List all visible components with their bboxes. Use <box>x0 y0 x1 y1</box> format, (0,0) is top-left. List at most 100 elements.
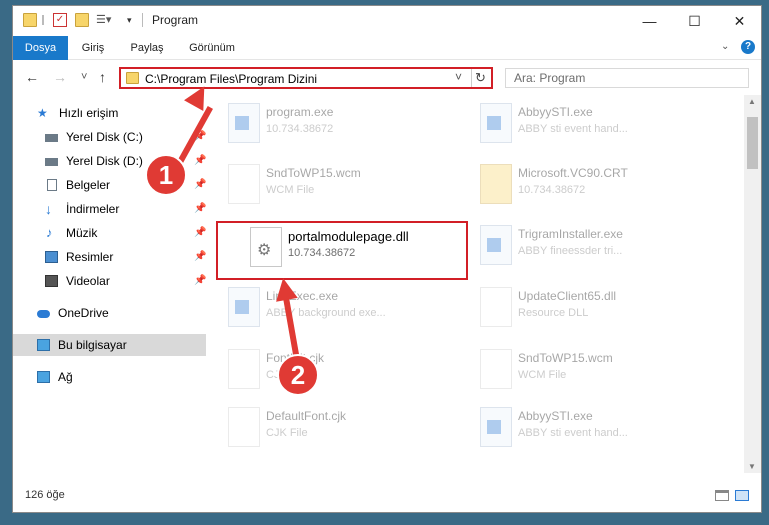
sidebar-item-drive-c[interactable]: Yerel Disk (C:) 📌 <box>13 126 206 148</box>
sidebar-item-network[interactable]: Ağ <box>13 366 206 388</box>
folder-icon <box>126 72 139 84</box>
file-item[interactable]: program.exe 10.734.38672 <box>216 97 461 149</box>
file-item[interactable]: TrigramInstaller.exe ABBY fineessder tri… <box>468 219 713 271</box>
file-icon <box>228 349 260 389</box>
file-details: Resource DLL <box>518 307 589 319</box>
cloud-icon <box>37 310 50 318</box>
file-name: SndToWP15.wcm <box>266 166 361 180</box>
drive-icon <box>45 134 58 142</box>
file-item[interactable]: DefaultFont.cjk CJK File <box>216 401 461 453</box>
step-badge-1: 1 <box>145 154 187 196</box>
file-highlight-box <box>216 221 468 280</box>
refresh-icon[interactable]: ↻ <box>475 70 486 86</box>
address-bar[interactable]: C:\Program Files\Program Dizini ˅ ↻ <box>119 67 493 89</box>
pin-icon[interactable]: 📌 <box>194 222 206 244</box>
vertical-scrollbar[interactable]: ▲ ▼ <box>744 95 761 473</box>
file-item[interactable]: LineExec.exe ABBY background exe... <box>216 281 461 333</box>
forward-button[interactable]: → <box>53 69 67 85</box>
file-item[interactable]: SndToWP15.wcm WCM File <box>216 158 461 210</box>
file-item[interactable]: FontInit.cjk CJK File <box>216 343 461 395</box>
sidebar-item-label: Ağ <box>58 370 73 384</box>
tab-home[interactable]: Giriş <box>75 36 111 60</box>
documents-icon <box>47 179 57 191</box>
file-details: ABBY sti event hand... <box>518 123 628 135</box>
address-dropdown-icon[interactable]: ˅ <box>455 70 462 84</box>
file-details: 10.734.38672 <box>266 123 334 135</box>
arrow-2-head <box>272 276 298 302</box>
file-details: ABBY sti event hand... <box>518 427 628 439</box>
ribbon: Dosya Giriş Paylaş Görünüm ⌄ ? <box>13 36 761 60</box>
pin-icon[interactable]: 📌 <box>194 270 206 292</box>
scroll-down-icon[interactable]: ▼ <box>748 462 756 471</box>
properties-icon[interactable]: ✓ <box>53 13 67 27</box>
maximize-button[interactable]: ☐ <box>672 6 717 36</box>
file-name: TrigramInstaller.exe <box>518 227 623 241</box>
status-bar: 126 öğe <box>13 484 761 512</box>
separator <box>42 15 44 25</box>
folder-icon <box>23 13 37 27</box>
recent-locations-button[interactable]: ˅ <box>81 71 87 83</box>
sidebar-item-videos[interactable]: Videolar 📌 <box>13 270 206 292</box>
sidebar-item-quick-access[interactable]: ★ Hızlı erişim <box>13 102 206 124</box>
file-name: DefaultFont.cjk <box>266 409 347 423</box>
file-item[interactable]: UpdateClient65.dll Resource DLL <box>468 281 713 333</box>
qa-dropdown-icon[interactable]: ▾ <box>127 15 141 29</box>
file-details: ABBY fineessder tri... <box>518 245 623 257</box>
sidebar-item-onedrive[interactable]: OneDrive <box>13 302 206 324</box>
navigation-bar: ← → ˅ ↑ C:\Program Files\Program Dizini … <box>13 61 761 95</box>
scrollbar-thumb[interactable] <box>747 117 758 169</box>
sidebar-item-label: Yerel Disk (D:) <box>66 154 143 168</box>
file-icon <box>228 164 260 204</box>
sidebar-item-label: OneDrive <box>58 306 109 320</box>
tab-share[interactable]: Paylaş <box>124 36 170 60</box>
scroll-up-icon[interactable]: ▲ <box>748 97 756 106</box>
up-button[interactable]: ↑ <box>99 69 106 85</box>
title-bar: ✓ ☰▾ ▾ Program — ☐ ✕ <box>13 6 761 36</box>
file-icon <box>228 407 260 447</box>
sidebar-item-pictures[interactable]: Resimler 📌 <box>13 246 206 268</box>
back-button[interactable]: ← <box>25 69 39 85</box>
tab-view[interactable]: Görünüm <box>183 36 241 60</box>
sidebar-item-label: Müzik <box>66 226 98 240</box>
pin-icon[interactable]: 📌 <box>194 246 206 268</box>
file-item[interactable]: AbbyySTI.exe ABBY sti event hand... <box>468 401 713 453</box>
sidebar-item-label: Hızlı erişim <box>59 106 119 120</box>
large-icons-view-icon[interactable] <box>735 490 749 501</box>
sidebar-item-music[interactable]: ♪ Müzik 📌 <box>13 222 206 244</box>
expand-ribbon-icon[interactable]: ⌄ <box>721 41 729 52</box>
address-path: C:\Program Files\Program Dizini <box>145 72 318 86</box>
window-title: Program <box>152 13 199 27</box>
music-icon: ♪ <box>46 225 53 240</box>
exe-icon <box>228 103 260 143</box>
file-item[interactable]: AbbyySTI.exe ABBY sti event hand... <box>468 97 713 149</box>
pin-icon[interactable]: 📌 <box>194 150 206 172</box>
customize-qa-icon[interactable]: ☰▾ <box>96 13 111 27</box>
file-name: SndToWP15.wcm <box>518 351 613 365</box>
tab-file[interactable]: Dosya <box>13 36 68 60</box>
pin-icon[interactable]: 📌 <box>194 198 206 220</box>
computer-icon <box>37 339 50 351</box>
close-button[interactable]: ✕ <box>717 6 761 36</box>
drive-icon <box>45 158 58 166</box>
search-input[interactable]: Ara: Program <box>505 68 749 88</box>
separator <box>142 13 143 27</box>
sidebar-item-downloads[interactable]: ↓ İndirmeler 📌 <box>13 198 206 220</box>
sidebar-item-this-pc[interactable]: Bu bilgisayar <box>13 334 206 356</box>
file-item[interactable]: SndToWP15.wcm WCM File <box>468 343 713 395</box>
new-folder-icon[interactable] <box>75 13 89 27</box>
sidebar-item-label: Belgeler <box>66 178 111 192</box>
file-details: CJK File <box>266 427 308 439</box>
details-view-icon[interactable] <box>715 490 729 501</box>
exe-icon <box>480 103 512 143</box>
minimize-button[interactable]: — <box>627 6 672 36</box>
pictures-icon <box>45 251 58 263</box>
sidebar-item-label: Resimler <box>66 250 114 264</box>
help-icon[interactable]: ? <box>741 40 755 54</box>
pin-icon[interactable]: 📌 <box>194 174 206 196</box>
file-details: WCM File <box>518 369 567 381</box>
file-item[interactable]: Microsoft.VC90.CRT 10.734.38672 <box>468 158 713 210</box>
file-details: 10.734.38672 <box>518 184 586 196</box>
file-name: AbbyySTI.exe <box>518 409 593 423</box>
folder-icon <box>480 164 512 204</box>
network-icon <box>37 371 50 383</box>
